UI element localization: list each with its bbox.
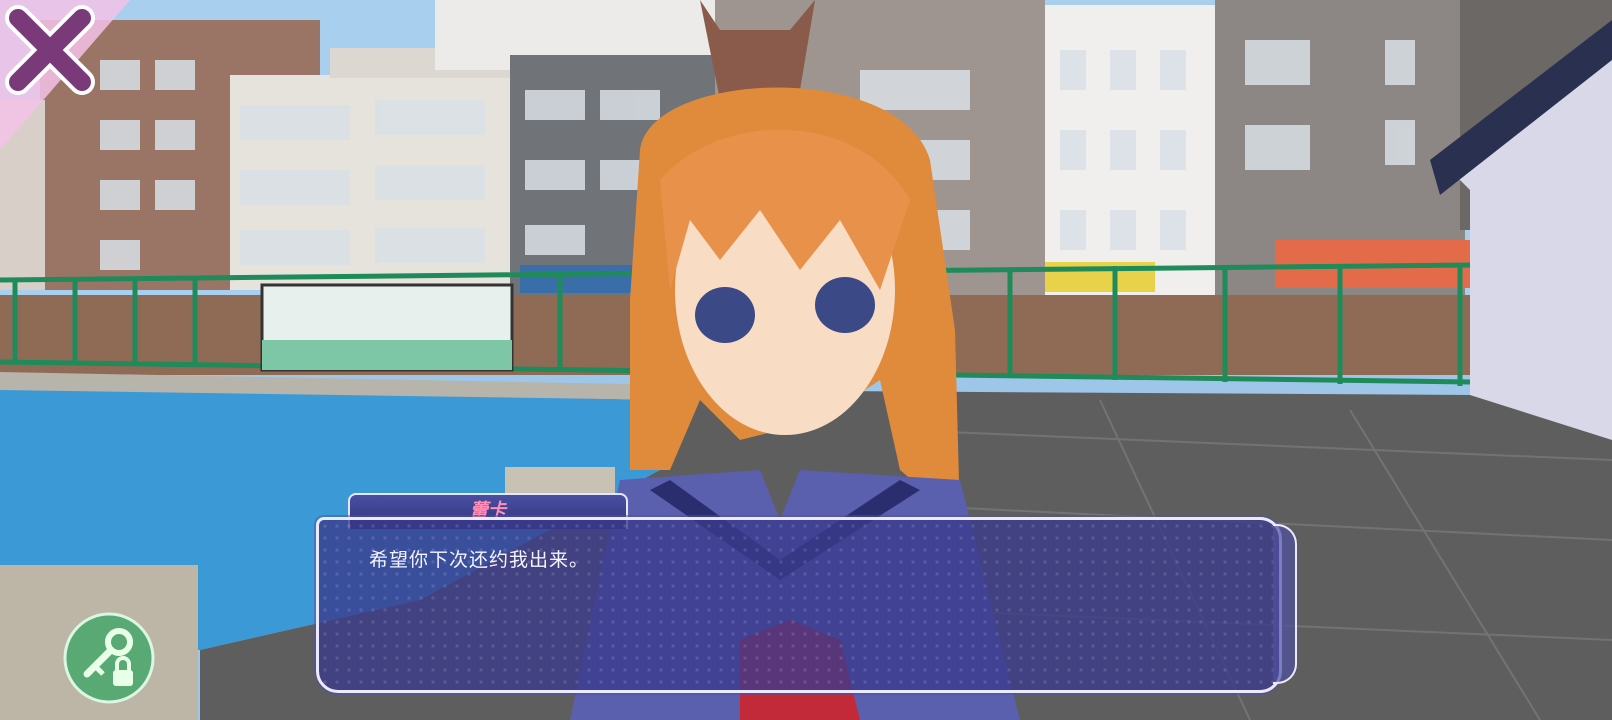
dialog-box[interactable]: 希望你下次还约我出来。: [316, 517, 1297, 693]
key-lock-icon: [63, 612, 155, 704]
dialog-text: 希望你下次还约我出来。: [369, 549, 590, 571]
close-x-icon: [5, 5, 95, 95]
key-lock-button[interactable]: [63, 612, 155, 704]
close-button[interactable]: [0, 0, 135, 160]
